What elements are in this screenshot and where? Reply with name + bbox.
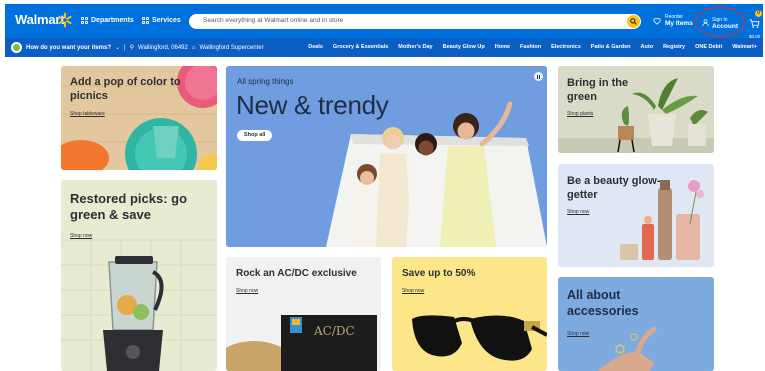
promo-card-save[interactable]: Save up to 50% Shop now [392,257,547,371]
hero-headline: New & trendy [236,90,389,120]
search-placeholder: Search everything at Walmart online and … [203,17,344,24]
promo-card-acdc[interactable]: AC/DC Rock an AC/DC exclusive Shop now [226,257,381,371]
reorder-button[interactable]: Reorder My Items [653,14,693,27]
services-button[interactable]: Services [142,17,181,24]
fulfillment-bar: How do you want your items? ⌄ | ⚲ Wallin… [5,38,763,57]
store-icon: ⌂ [191,44,196,51]
chevron-down-icon: ⌄ [115,45,121,51]
card-link[interactable]: Shop tableware [70,111,105,117]
card-title: Add a pop of color to picnics [70,76,181,102]
dept-link-patio[interactable]: Patio & Garden [591,44,631,50]
card-title: All about accessories [567,288,639,318]
fulfillment-selector[interactable]: How do you want your items? ⌄ | ⚲ Wallin… [11,42,264,53]
dept-link-deals[interactable]: Deals [308,44,323,50]
card-link[interactable]: Shop now [70,233,92,239]
card-title: Be a beauty glow-getter [567,175,661,201]
card-link[interactable]: Shop now [567,209,589,215]
dept-link-walmart-plus[interactable]: Walmart+ [732,44,757,50]
heart-icon [653,17,661,25]
dept-link-fashion[interactable]: Fashion [520,44,541,50]
dept-link-home[interactable]: Home [495,44,510,50]
cart-button[interactable]: 0 $0.00 [749,10,762,39]
card-link[interactable]: Shop now [402,288,424,294]
search-button[interactable] [627,15,640,28]
search-icon [630,18,637,25]
header-bar: Walmart Departments Services Search ever… [5,4,763,39]
promo-card-restored[interactable]: Restored picks: go green & save Shop now [61,180,217,371]
pause-icon[interactable] [534,72,543,81]
search-input[interactable]: Search everything at Walmart online and … [189,14,641,29]
card-title: Restored picks: go green & save [70,191,188,223]
spark-icon [58,12,72,28]
grid-icon [142,17,149,24]
svg-text:AC/DC: AC/DC [313,324,355,338]
dept-link-grocery[interactable]: Grocery & Essentials [333,44,388,50]
promo-card-picnic[interactable]: Add a pop of color to picnics Shop table… [61,66,217,170]
card-title: Bring in the green [567,77,629,103]
cart-count-badge: 0 [755,10,762,17]
promo-card-beauty[interactable]: Be a beauty glow-getter Shop now [558,164,714,267]
department-links: Deals Grocery & Essentials Mother's Day … [308,44,757,50]
account-button[interactable]: Sign In Account [695,7,745,37]
card-title: Rock an AC/DC exclusive [236,268,357,279]
promo-card-garden[interactable]: Bring in the green Shop plants [558,66,714,153]
promo-card-accessories[interactable]: All about accessories Shop now [558,277,714,371]
fulfillment-icon [11,42,22,53]
departments-button[interactable]: Departments [81,17,134,24]
zip-code: Wallingford, 06492 [138,44,188,51]
annotation-circle [695,7,745,37]
card-link[interactable]: Shop now [236,288,258,294]
dept-link-mothers-day[interactable]: Mother's Day [398,44,432,50]
pin-icon: ⚲ [129,45,135,51]
card-title: Save up to 50% [402,268,476,279]
dept-link-electronics[interactable]: Electronics [551,44,581,50]
dept-link-registry[interactable]: Registry [663,44,685,50]
store-name: Wallingford Supercenter [199,44,264,51]
grid-icon [81,17,88,24]
dept-link-one-debit[interactable]: ONE Debit [695,44,722,50]
dept-link-auto[interactable]: Auto [641,44,654,50]
hero-banner-spring[interactable]: All spring things New & trendy Shop all [226,66,547,247]
hero-eyebrow: All spring things [237,77,294,86]
card-link[interactable]: Shop plants [567,111,593,117]
shop-all-button[interactable]: Shop all [237,130,273,141]
dept-link-beauty[interactable]: Beauty Glow Up [443,44,485,50]
cart-icon [749,19,760,28]
card-link[interactable]: Shop now [567,331,589,337]
